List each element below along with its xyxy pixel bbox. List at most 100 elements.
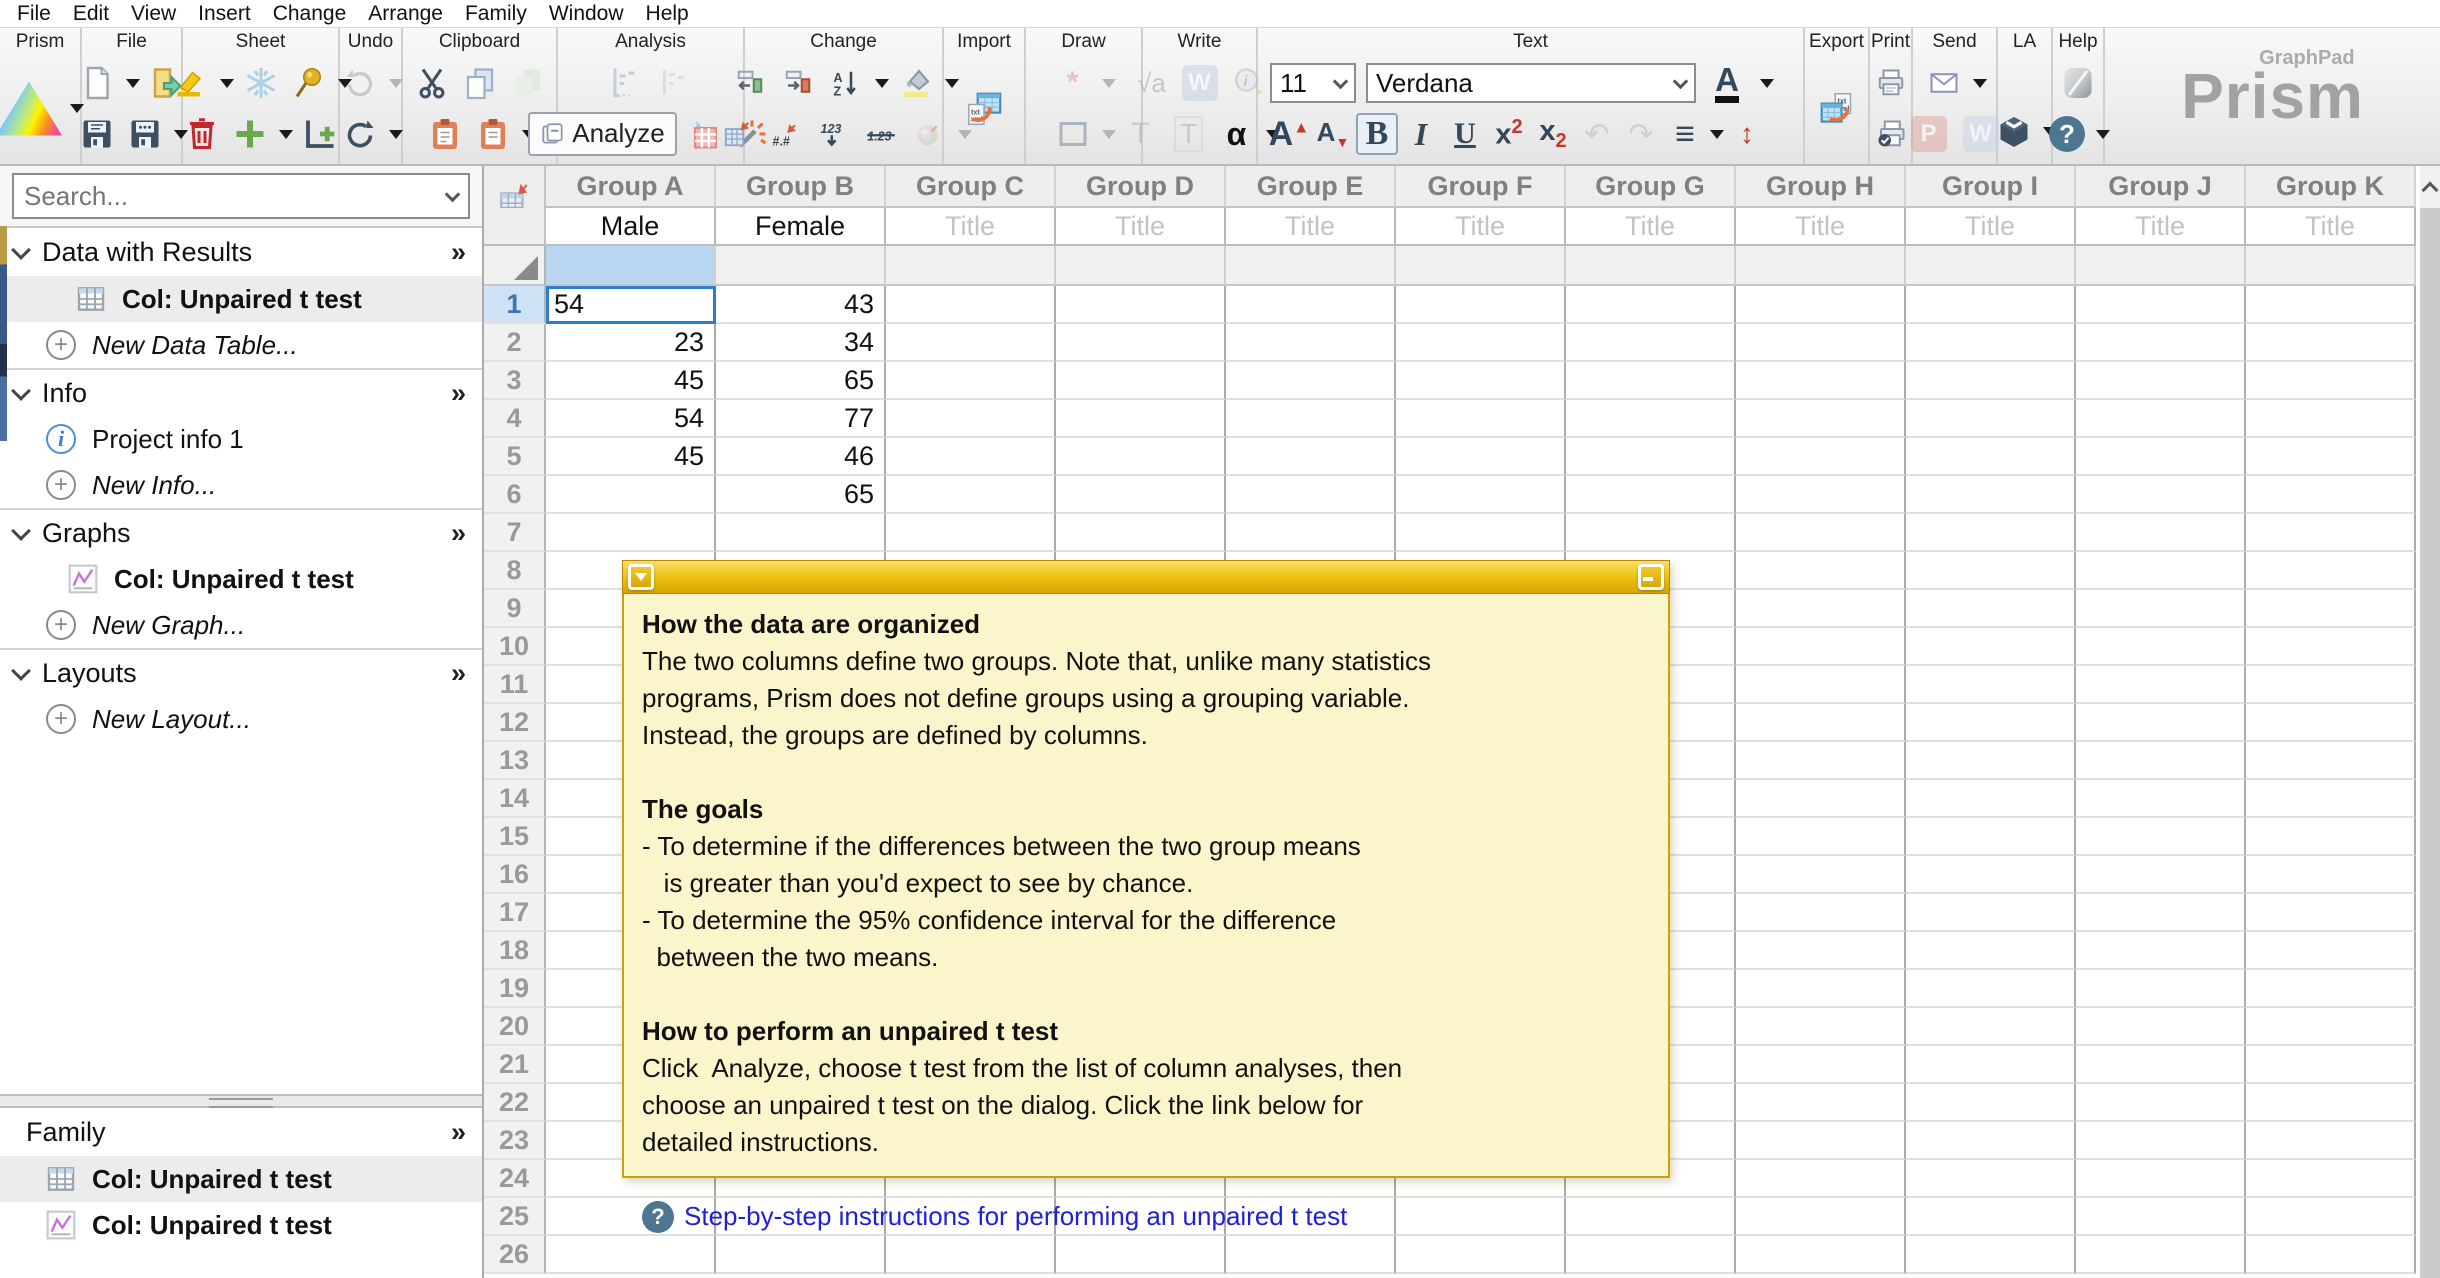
data-cell[interactable] — [1906, 400, 2076, 438]
data-cell[interactable] — [886, 362, 1056, 400]
data-cell[interactable] — [1736, 552, 1906, 590]
data-cell[interactable] — [1736, 704, 1906, 742]
row-number[interactable]: 9 — [484, 590, 546, 628]
data-cell[interactable] — [1736, 1122, 1906, 1160]
clipboard-icon[interactable] — [424, 113, 466, 155]
data-cell[interactable] — [886, 324, 1056, 362]
row-number[interactable]: 15 — [484, 818, 546, 856]
data-cell[interactable] — [1736, 818, 1906, 856]
bold-button[interactable]: B — [1356, 113, 1398, 155]
save-icon[interactable] — [76, 113, 118, 155]
cut-icon[interactable] — [411, 62, 453, 104]
data-cell[interactable] — [1736, 514, 1906, 552]
data-cell[interactable] — [2076, 552, 2246, 590]
data-cell[interactable] — [1906, 666, 2076, 704]
data-cell[interactable] — [2076, 1122, 2246, 1160]
row-number[interactable]: 10 — [484, 628, 546, 666]
data-cell[interactable] — [1906, 1198, 2076, 1236]
data-cell[interactable] — [2076, 1160, 2246, 1198]
table-corner-icon[interactable] — [484, 166, 546, 208]
data-cell[interactable] — [546, 1236, 716, 1274]
column-subtitle[interactable]: Title — [1906, 208, 2076, 246]
superscript-button[interactable]: x2 — [1488, 113, 1530, 155]
row-number[interactable]: 1 — [484, 286, 546, 324]
column-select-cell[interactable] — [1906, 246, 2076, 286]
data-cell[interactable] — [886, 438, 1056, 476]
step-by-step-link[interactable]: Step-by-step instructions for performing… — [684, 1198, 1347, 1235]
data-cell[interactable] — [1906, 1236, 2076, 1274]
select-all-corner[interactable] — [484, 246, 546, 286]
data-cell[interactable]: 54 — [546, 400, 716, 438]
data-cell[interactable] — [1566, 400, 1736, 438]
data-cell[interactable] — [2246, 362, 2416, 400]
data-cell[interactable] — [1056, 286, 1226, 324]
results-sheet-icon[interactable] — [606, 61, 648, 103]
section-header-graphs[interactable]: Graphs» — [0, 508, 482, 556]
data-cell[interactable]: 65 — [716, 362, 886, 400]
data-cell[interactable] — [1736, 1160, 1906, 1198]
move-column-right-icon[interactable] — [777, 62, 819, 104]
sidebar-item[interactable]: Col: Unpaired t test — [0, 556, 482, 602]
column-select-cell[interactable] — [2076, 246, 2246, 286]
data-cell[interactable] — [1396, 476, 1566, 514]
search-input[interactable] — [24, 181, 447, 212]
menu-edit[interactable]: Edit — [62, 2, 120, 26]
analyze-button[interactable]: Analyze — [528, 112, 677, 156]
column-header-group-d[interactable]: Group D — [1056, 166, 1226, 208]
data-cell[interactable] — [2076, 818, 2246, 856]
data-cell[interactable] — [2246, 894, 2416, 932]
sidebar-splitter[interactable] — [0, 1094, 482, 1108]
data-cell[interactable] — [1056, 514, 1226, 552]
row-number[interactable]: 8 — [484, 552, 546, 590]
data-cell[interactable] — [2246, 400, 2416, 438]
data-cell[interactable] — [2076, 1008, 2246, 1046]
column-select-cell[interactable] — [1056, 246, 1226, 286]
data-cell[interactable] — [1226, 324, 1396, 362]
data-cell[interactable] — [1906, 1160, 2076, 1198]
rotate-text-right-icon[interactable]: ↷ — [1620, 113, 1662, 155]
data-cell[interactable] — [2246, 856, 2416, 894]
annotation-icon[interactable]: * — [1052, 62, 1094, 104]
data-cell[interactable] — [1906, 628, 2076, 666]
data-cell[interactable]: 45 — [546, 362, 716, 400]
data-cell[interactable]: 23 — [546, 324, 716, 362]
data-cell[interactable]: 43 — [716, 286, 886, 324]
data-cell[interactable] — [886, 514, 1056, 552]
data-cell[interactable] — [2076, 894, 2246, 932]
data-cell[interactable] — [1226, 286, 1396, 324]
data-cell[interactable] — [2246, 704, 2416, 742]
column-subtitle[interactable]: Title — [2246, 208, 2416, 246]
row-number[interactable]: 26 — [484, 1236, 546, 1274]
data-cell[interactable] — [2246, 1084, 2416, 1122]
data-cell[interactable] — [2076, 1236, 2246, 1274]
line-spacing-icon[interactable]: ↕ — [1726, 113, 1768, 155]
data-cell[interactable] — [1736, 1046, 1906, 1084]
save-special-icon[interactable] — [124, 113, 166, 155]
redo-icon[interactable] — [339, 62, 381, 104]
row-number[interactable]: 4 — [484, 400, 546, 438]
draw-shape-icon[interactable] — [1052, 113, 1094, 155]
exclude-values-icon[interactable]: 1.23 — [860, 113, 902, 155]
menu-arrange[interactable]: Arrange — [357, 2, 454, 26]
data-cell[interactable] — [2076, 742, 2246, 780]
import-data-icon[interactable]: txtxml — [952, 77, 1016, 141]
data-cell[interactable] — [1226, 476, 1396, 514]
word-page-icon[interactable]: W — [1179, 62, 1221, 104]
data-cell[interactable] — [1906, 1046, 2076, 1084]
menu-change[interactable]: Change — [262, 2, 358, 26]
data-cell[interactable] — [1736, 1008, 1906, 1046]
row-number[interactable]: 5 — [484, 438, 546, 476]
data-cell[interactable] — [2076, 1046, 2246, 1084]
data-cell[interactable]: 34 — [716, 324, 886, 362]
column-select-cell[interactable] — [1396, 246, 1566, 286]
family-item[interactable]: Col: Unpaired t test — [0, 1202, 482, 1248]
data-cell[interactable] — [1906, 932, 2076, 970]
data-cell[interactable] — [1056, 438, 1226, 476]
data-cell[interactable] — [1736, 1084, 1906, 1122]
section-expand-icon[interactable]: » — [451, 237, 470, 268]
data-cell[interactable] — [1736, 1236, 1906, 1274]
row-number[interactable]: 22 — [484, 1084, 546, 1122]
data-cell[interactable] — [1396, 1236, 1566, 1274]
data-cell[interactable] — [1906, 552, 2076, 590]
data-cell[interactable] — [1906, 856, 2076, 894]
